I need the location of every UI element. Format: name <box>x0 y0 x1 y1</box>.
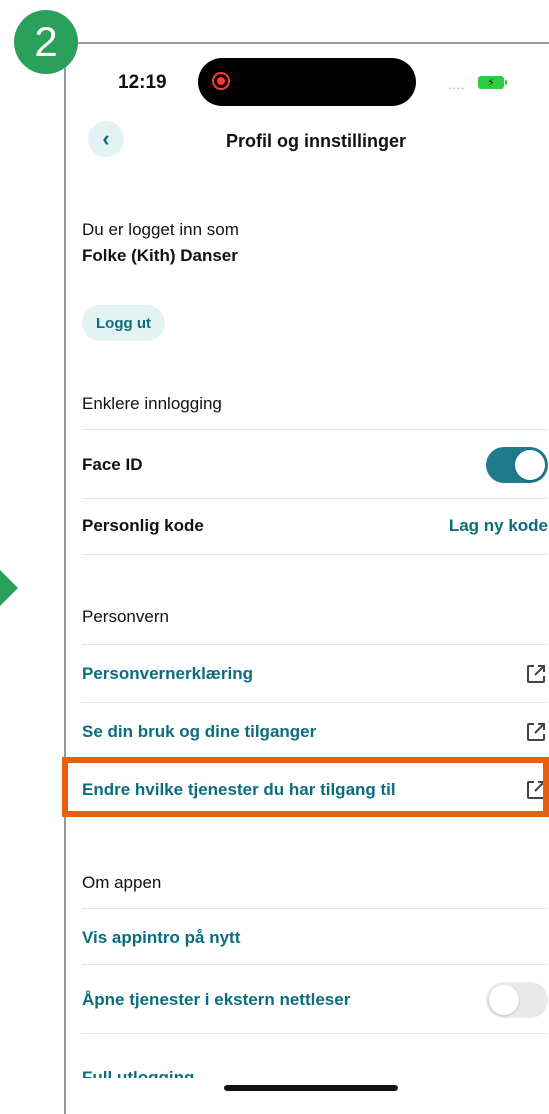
about-section-header: Om appen <box>82 873 162 892</box>
personal-code-label: Personlig kode <box>82 516 204 535</box>
external-browser-toggle[interactable] <box>486 982 548 1018</box>
logged-in-label: Du er logget inn som <box>82 220 239 239</box>
privacy-item-2[interactable]: Endre hvilke tjenester du har tilgang ti… <box>82 774 548 806</box>
pointer-arrow-icon <box>0 570 18 606</box>
privacy-item-0[interactable]: Personvernerklæring <box>82 658 548 690</box>
app-intro-row[interactable]: Vis appintro på nytt <box>82 922 548 954</box>
new-code-link[interactable]: Lag ny kode <box>449 516 548 536</box>
status-time: 12:19 <box>118 72 167 93</box>
external-link-icon <box>527 781 545 799</box>
change-services-link[interactable]: Endre hvilke tjenester du har tilgang ti… <box>82 780 396 800</box>
usage-and-access-link[interactable]: Se din bruk og dine tilganger <box>82 722 316 742</box>
divider <box>82 429 548 430</box>
show-app-intro-link[interactable]: Vis appintro på nytt <box>82 928 240 948</box>
privacy-item-1[interactable]: Se din bruk og dine tilganger <box>82 716 548 748</box>
logout-button[interactable]: Logg ut <box>82 305 165 341</box>
phone-screen: 12:19 .... ⚡ ‹ Profil og innstillinger D… <box>64 42 549 1114</box>
divider <box>82 760 548 761</box>
face-id-label: Face ID <box>82 455 143 474</box>
external-link-icon <box>527 723 545 741</box>
divider <box>82 498 548 499</box>
external-browser-row: Åpne tjenester i ekstern nettleser <box>82 978 548 1022</box>
login-section-header: Enklere innlogging <box>82 394 222 413</box>
divider <box>82 1033 548 1034</box>
home-indicator <box>224 1085 398 1091</box>
face-id-row: Face ID <box>82 443 548 487</box>
dynamic-island <box>198 58 416 106</box>
divider <box>82 908 548 909</box>
divider <box>82 964 548 965</box>
privacy-statement-link[interactable]: Personvernerklæring <box>82 664 253 684</box>
battery-charging-icon: ⚡ <box>478 76 507 89</box>
signal-icon: .... <box>448 78 466 92</box>
face-id-toggle[interactable] <box>486 447 548 483</box>
privacy-section-header: Personvern <box>82 607 169 626</box>
user-name: Folke (Kith) Danser <box>82 246 238 265</box>
full-logout-row[interactable]: Full utlogging <box>82 1046 548 1078</box>
full-logout-link[interactable]: Full utlogging <box>82 1068 194 1078</box>
page-title: Profil og innstillinger <box>226 131 406 151</box>
recording-icon <box>212 72 230 90</box>
external-link-icon <box>527 665 545 683</box>
personal-code-row: Personlig kode Lag ny kode <box>82 510 548 542</box>
divider <box>82 554 548 555</box>
external-browser-label: Åpne tjenester i ekstern nettleser <box>82 990 351 1009</box>
step-number-badge: 2 <box>14 10 78 74</box>
divider <box>82 644 548 645</box>
divider <box>82 702 548 703</box>
